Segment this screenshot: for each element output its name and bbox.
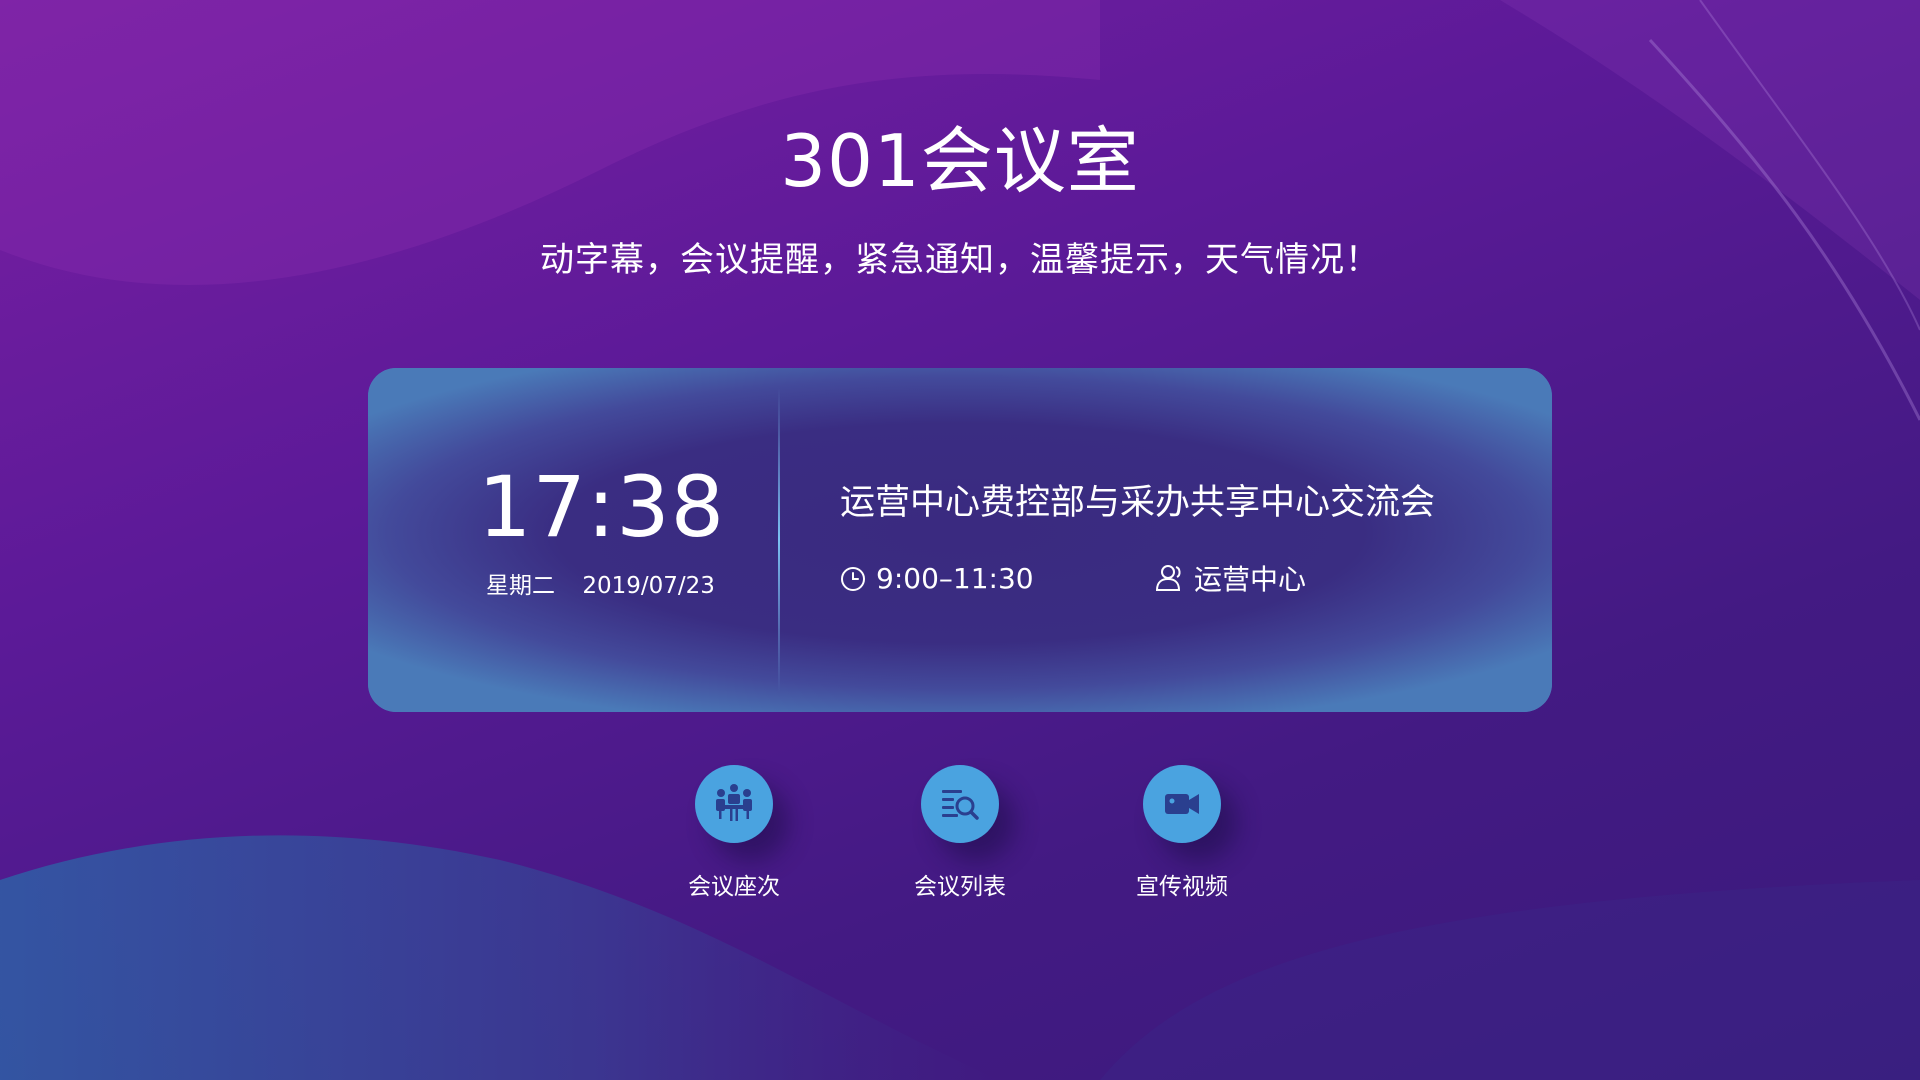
promo-video-button-circle[interactable] (1143, 765, 1221, 843)
meeting-list-label[interactable]: 会议列表 (880, 867, 1040, 901)
clock-icon (841, 566, 865, 591)
meeting-time: 9:00–11:30 (840, 562, 1034, 595)
meeting-title: 运营中心费控部与采办共享中心交流会 (840, 483, 1436, 523)
meeting-info-card: 17:38 星期二 2019/07/23 运营中心费控部与采办共享中心交流会 9… (368, 368, 1552, 712)
action-bar: 会议座次 会议列表 宣传视频 (0, 765, 1920, 905)
meeting-host: 运营中心 (1154, 558, 1306, 598)
meeting-list-button-circle[interactable] (921, 765, 999, 843)
meeting-time-range: 9:00–11:30 (876, 562, 1034, 595)
promo-video-label[interactable]: 宣传视频 (1102, 867, 1262, 901)
meeting-list-button[interactable]: 会议列表 (880, 765, 1040, 901)
seating-button[interactable]: 会议座次 (654, 765, 814, 901)
promo-video-button[interactable]: 宣传视频 (1102, 765, 1262, 901)
current-time: 17:38 (478, 458, 726, 556)
current-date-row: 星期二 2019/07/23 (486, 566, 735, 600)
current-date: 2019/07/23 (582, 573, 715, 599)
meeting-host-name: 运营中心 (1194, 563, 1307, 596)
seating-label[interactable]: 会议座次 (654, 867, 814, 901)
room-title: 301会议室 (780, 119, 1140, 203)
seating-button-circle[interactable] (695, 765, 773, 843)
current-weekday: 星期二 (486, 573, 555, 599)
meeting-seating-icon (716, 784, 752, 821)
video-camera-icon (1165, 794, 1199, 814)
meeting-room-screen: 301会议室 动字幕，会议提醒，紧急通知，温馨提示，天气情况！ 17:38 星期… (0, 0, 1920, 1080)
card-divider (778, 388, 780, 692)
users-icon (1155, 565, 1181, 591)
meeting-list-icon (942, 790, 979, 820)
room-subtitle: 动字幕，会议提醒，紧急通知，温馨提示，天气情况！ (540, 240, 1380, 280)
